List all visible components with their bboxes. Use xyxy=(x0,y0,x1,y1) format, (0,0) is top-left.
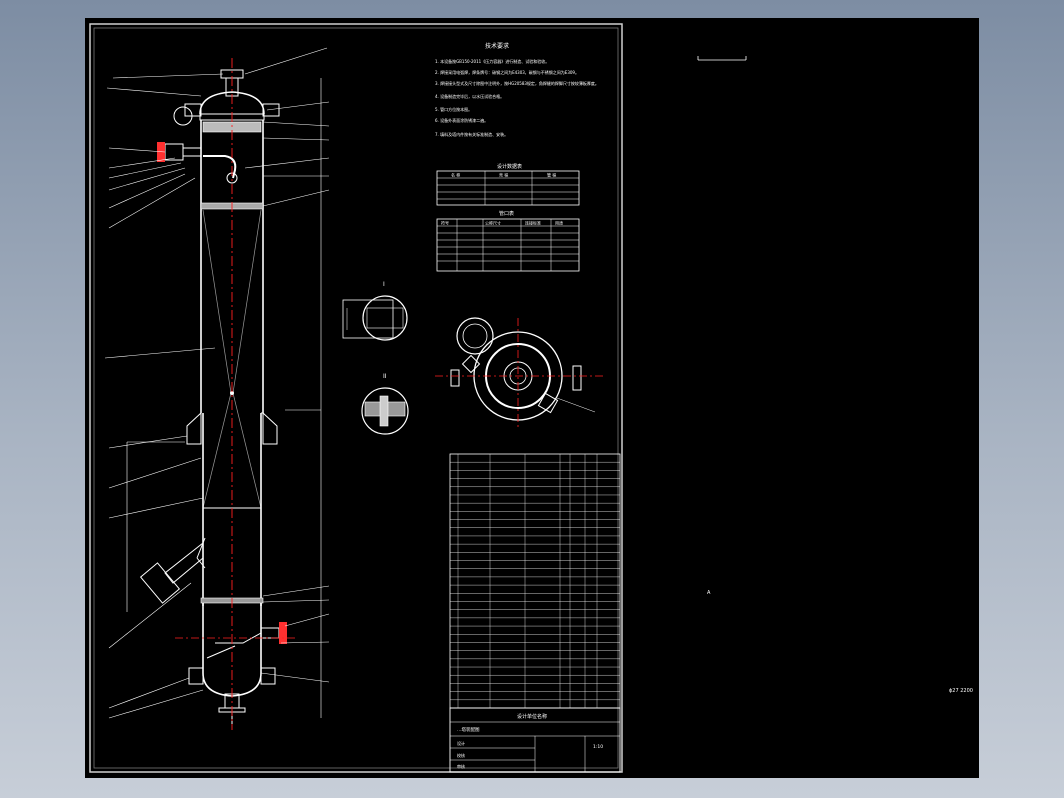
design-header: 名 称 xyxy=(451,172,460,178)
nozzle-header: 用途 xyxy=(555,220,563,226)
detail-i-label: I xyxy=(383,281,385,288)
note-line: 7. 填料及塔内件按有关标准制造、安装。 xyxy=(435,131,508,137)
assembly-drawing: 技术要求 1. 本设备按GB150-2011《压力容器》进行制造、试验和验收。 … xyxy=(89,23,973,773)
nozzle-table-title: 管口表 xyxy=(499,210,514,217)
parts-list-table xyxy=(449,453,621,709)
detail-view-i: I xyxy=(342,281,408,341)
title-block: 设计单位名称 …塔装配图 设计 校核 审核 1:10 xyxy=(449,707,621,773)
nozzle-orientation-plan xyxy=(435,317,605,430)
note-line: 2. 焊接采用电弧焊，焊条牌号：碳钢之间为E4303，碳钢与不锈钢之间为E309… xyxy=(435,69,579,75)
title-row: 审核 xyxy=(457,763,465,769)
nozzle-header: 符号 xyxy=(441,220,449,226)
far-right-mark: ϕ27 2200 xyxy=(949,688,973,694)
note-line: 5. 管口方位按本图。 xyxy=(435,106,472,112)
part-leaders-right xyxy=(244,47,330,683)
design-data-table: 设计数据表 名 称 壳 程 管 程 xyxy=(436,163,580,206)
note-line: 3. 焊接接头型式及尺寸除图中注明外，按HG20583规定，角焊缝的焊脚尺寸按较… xyxy=(435,80,599,86)
scale-value: 1:10 xyxy=(593,744,603,750)
note-line: 4. 设备制造完毕后，以水压试验合格。 xyxy=(435,93,504,99)
detail-ii-label: II xyxy=(383,373,387,380)
nozzle-header: 连接标准 xyxy=(525,220,541,226)
note-line: 1. 本设备按GB150-2011《压力容器》进行制造、试验和验收。 xyxy=(435,58,549,64)
title-row: 校核 xyxy=(457,752,465,758)
design-header: 壳 程 xyxy=(499,172,508,178)
tower-elevation xyxy=(126,58,322,730)
nozzle-header: 公称尺寸 xyxy=(485,220,501,226)
nozzle-table: 管口表 符号 公称尺寸 连接标准 用途 xyxy=(436,210,580,272)
notes-heading: 技术要求 xyxy=(485,42,509,50)
cad-drawing-canvas: 技术要求 1. 本设备按GB150-2011《压力容器》进行制造、试验和验收。 … xyxy=(85,18,979,778)
drawing-title: …塔装配图 xyxy=(457,726,480,733)
part-leaders-left xyxy=(104,73,224,719)
technical-notes: 技术要求 1. 本设备按GB150-2011《压力容器》进行制造、试验和验收。 … xyxy=(435,42,599,137)
right-area-marks: A ϕ27 2200 xyxy=(697,56,973,694)
title-row: 设计 xyxy=(457,740,465,746)
title-block-label: 设计单位名称 xyxy=(517,713,547,720)
note-line: 6. 设备外表面涂防锈漆二遍。 xyxy=(435,117,488,123)
design-table-title: 设计数据表 xyxy=(497,163,522,170)
design-header: 管 程 xyxy=(547,172,556,178)
detail-view-ii: II xyxy=(361,373,409,435)
side-label: A xyxy=(707,590,711,596)
